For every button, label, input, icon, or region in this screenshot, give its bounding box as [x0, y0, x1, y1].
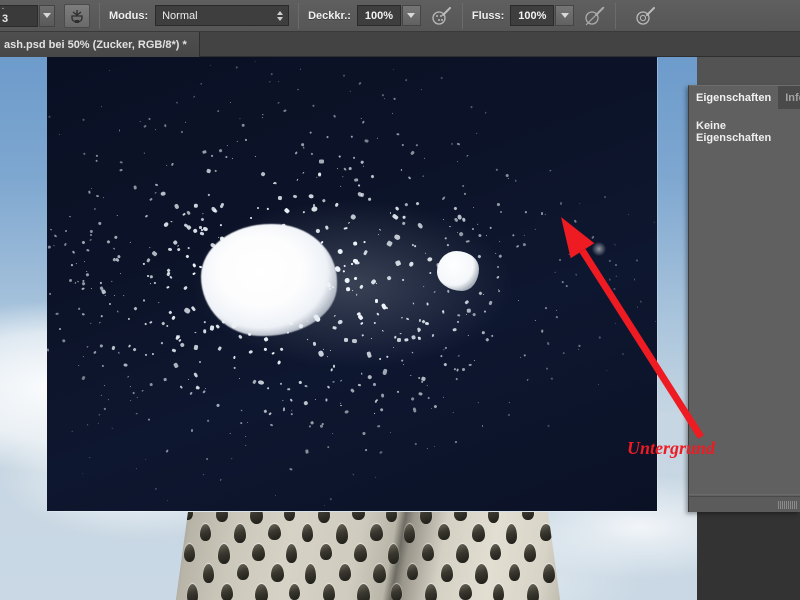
- annotation-label: Untergrund: [627, 438, 716, 458]
- brush-size-dropdown-button[interactable]: [39, 4, 55, 27]
- select-arrows-icon: [277, 10, 284, 21]
- airbrush-pressure-icon[interactable]: [431, 5, 453, 27]
- photoshop-window: · 3 Modus: Normal Deckkr.: 100% Fluss: 1…: [0, 0, 800, 600]
- tab-eigenschaften[interactable]: Eigenschaften: [689, 86, 779, 109]
- document-tab-title: ash.psd bei 50% (Zucker, RGB/8*) *: [4, 38, 187, 51]
- sugar-chunk: [437, 251, 479, 291]
- tool-options-bar: · 3 Modus: Normal Deckkr.: 100% Fluss: 1…: [0, 0, 800, 32]
- grater-holes: [168, 512, 568, 600]
- opacity-dropdown-button[interactable]: [401, 5, 421, 26]
- brush-size-field[interactable]: · 3: [0, 4, 38, 27]
- sugar-pile: [201, 224, 337, 336]
- panel-tab-strip: Eigenschaften Info: [689, 86, 800, 109]
- panel-empty-message: Keine Eigenschaften: [696, 120, 772, 144]
- flow-input[interactable]: 100%: [510, 5, 555, 26]
- brush-preset-icon: [71, 9, 83, 23]
- blend-mode-select[interactable]: Normal: [155, 5, 290, 26]
- toolbar-separator: [99, 2, 100, 29]
- tab-eigenschaften-label: Eigenschaften: [696, 91, 772, 104]
- app-background-bottom: [697, 512, 800, 600]
- opacity-label: Deckkr.:: [308, 9, 351, 22]
- tab-info[interactable]: Info: [778, 86, 800, 109]
- chevron-down-icon: [560, 13, 569, 18]
- panel-footer: [689, 496, 800, 512]
- chevron-down-icon: [407, 13, 416, 18]
- document-canvas[interactable]: [0, 57, 697, 600]
- panel-divider: [689, 494, 800, 495]
- flow-dropdown-button[interactable]: [555, 5, 575, 26]
- brush-size-value: 3: [2, 12, 9, 25]
- cheese-grater-object: [168, 512, 568, 600]
- flow-value: 100%: [518, 9, 547, 22]
- mode-label: Modus:: [109, 9, 149, 22]
- toolbar-separator: [298, 2, 300, 29]
- sugar-spray-haze: [92, 119, 612, 449]
- opacity-value: 100%: [364, 9, 393, 22]
- brush-size-dots-icon: ·: [2, 5, 5, 13]
- document-tab[interactable]: ash.psd bei 50% (Zucker, RGB/8*) *: [0, 32, 200, 57]
- opacity-input[interactable]: 100%: [356, 5, 401, 26]
- toolbar-separator: [615, 2, 617, 29]
- flow-label: Fluss:: [471, 9, 505, 22]
- brush-preset-button[interactable]: [64, 3, 90, 28]
- blend-mode-value: Normal: [162, 9, 198, 22]
- tab-info-label: Info: [785, 91, 800, 104]
- document-tab-bar: ash.psd bei 50% (Zucker, RGB/8*) *: [0, 32, 800, 57]
- airbrush-icon[interactable]: [635, 5, 657, 27]
- chevron-down-icon: [43, 13, 51, 18]
- sugar-photo-layer: [47, 57, 657, 511]
- airbrush-disabled-icon[interactable]: [584, 5, 606, 27]
- toolbar-separator: [461, 2, 463, 29]
- resize-grip-icon[interactable]: [778, 500, 797, 509]
